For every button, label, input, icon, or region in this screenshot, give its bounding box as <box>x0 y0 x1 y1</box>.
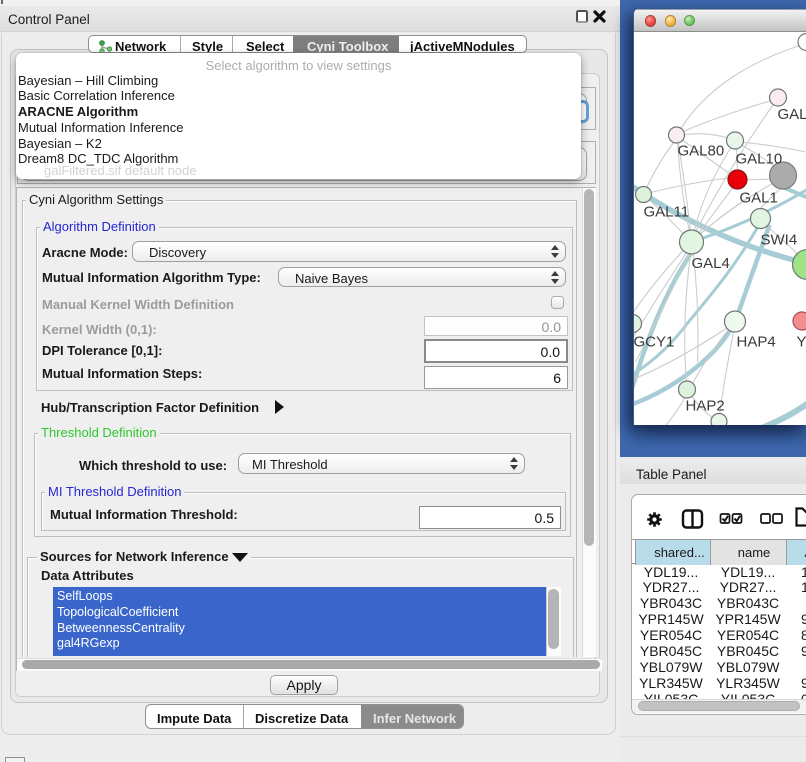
svg-text:GAL10: GAL10 <box>736 150 783 167</box>
svg-text:HAP2: HAP2 <box>686 397 725 414</box>
svg-text:GCY1: GCY1 <box>634 333 674 350</box>
svg-text:GAL4: GAL4 <box>692 255 730 272</box>
svg-text:GAL11: GAL11 <box>644 203 690 220</box>
svg-text:SWI4: SWI4 <box>761 231 798 248</box>
svg-text:GAL7: GAL7 <box>778 106 806 123</box>
svg-text:HAP4: HAP4 <box>737 333 776 350</box>
svg-text:GAL80: GAL80 <box>678 142 725 159</box>
svg-text:YD: YD <box>797 333 806 350</box>
svg-text:GAL1: GAL1 <box>740 189 778 206</box>
